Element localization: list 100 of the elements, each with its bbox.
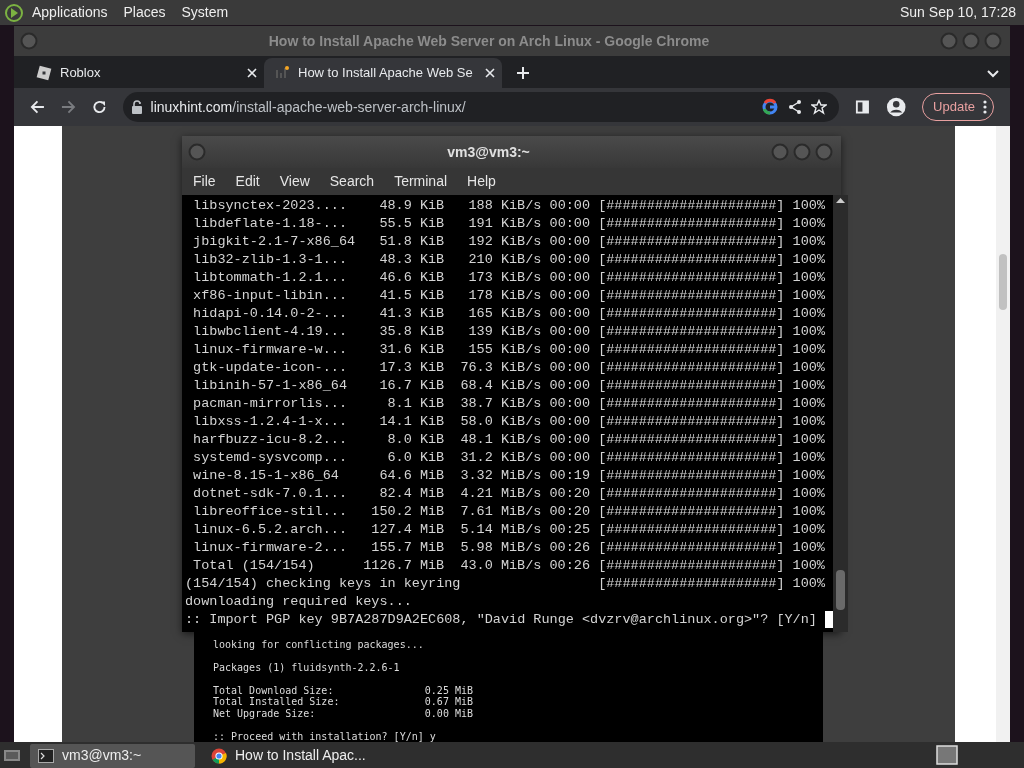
screenshot-label: Net Upgrade Size:	[213, 707, 316, 719]
elapsed-time: 00:00	[549, 449, 591, 467]
menu-item[interactable]: Search	[319, 171, 385, 192]
package-name: linux-6.5.2.arch...	[193, 521, 349, 539]
new-tab-icon[interactable]	[516, 66, 530, 80]
side-panel-icon[interactable]	[854, 99, 870, 115]
taskbar-button[interactable]: vm3@vm3:~	[30, 743, 195, 768]
download-size: 8.0 KiB	[387, 431, 445, 449]
download-size: 14.1 KiB	[379, 413, 445, 431]
clock[interactable]: Sun Sep 10, 17:28	[892, 0, 1024, 25]
percent-text: 100%	[792, 341, 825, 359]
workspace-switcher-icon[interactable]	[936, 745, 958, 765]
elapsed-time: 00:00	[549, 305, 591, 323]
screenshot-value: 0.00 MiB	[424, 707, 473, 719]
progress-hashes: [#####################]	[598, 377, 785, 395]
progress-hashes: [#####################]	[598, 233, 785, 251]
scrollbar-thumb[interactable]	[836, 570, 845, 610]
progress-hashes: [#####################]	[598, 197, 785, 215]
menu-item[interactable]: Terminal	[384, 171, 458, 192]
progress-hashes: [#####################]	[598, 251, 785, 269]
elapsed-time: 00:00	[549, 377, 591, 395]
progress-hashes: [#####################]	[598, 485, 785, 503]
package-name: libtommath-1.2.1...	[193, 269, 349, 287]
star-icon[interactable]	[810, 99, 827, 115]
profile-avatar-icon[interactable]	[885, 96, 907, 118]
package-name: libdeflate-1.18-...	[193, 215, 349, 233]
package-name: pacman-mirrorlis...	[193, 395, 349, 413]
share-icon[interactable]	[786, 99, 803, 115]
elapsed-time: 00:00	[549, 215, 591, 233]
download-size: 150.2 MiB	[371, 503, 445, 521]
close-icon[interactable]	[246, 67, 258, 79]
package-name: libreoffice-stil...	[193, 503, 349, 521]
progress-hashes: [#####################]	[598, 323, 785, 341]
download-size: 31.6 KiB	[379, 341, 445, 359]
package-name: dotnet-sdk-7.0.1...	[193, 485, 349, 503]
terminal-text: downloading required keys...	[185, 593, 412, 611]
download-size: 46.6 KiB	[379, 269, 445, 287]
download-size: 48.9 KiB	[379, 197, 445, 215]
package-name: Total (154/154)	[193, 557, 316, 575]
site-favicon-icon	[274, 65, 290, 81]
menu-logo-icon[interactable]	[4, 2, 24, 23]
menu-item[interactable]: View	[269, 171, 320, 192]
download-rate: 43.0 MiB/s	[460, 557, 542, 575]
progress-hashes: [#####################]	[598, 413, 785, 431]
download-rate: 210 KiB/s	[468, 251, 542, 269]
progress-hashes: [#####################]	[598, 521, 785, 539]
terminal-scrollbar[interactable]	[833, 195, 848, 632]
browser-tab[interactable]: Roblox	[26, 58, 264, 88]
screenshot-value: 0.25 MiB	[424, 684, 473, 696]
address-bar[interactable]: linuxhint.com/install-apache-web-server-arch-linux/	[122, 92, 839, 122]
back-arrow-icon[interactable]	[30, 99, 45, 115]
progress-hashes: [#####################]	[598, 341, 785, 359]
scroll-up-icon[interactable]	[833, 195, 848, 205]
page-scrollbar[interactable]	[996, 126, 1010, 742]
progress-hashes: [#####################]	[598, 539, 785, 557]
package-name: linux-firmware-w...	[193, 341, 349, 359]
roblox-favicon-icon	[36, 65, 52, 81]
elapsed-time: 00:20	[549, 485, 591, 503]
elapsed-time: 00:00	[549, 413, 591, 431]
download-rate: 188 KiB/s	[468, 197, 542, 215]
elapsed-time: 00:00	[549, 341, 591, 359]
package-name: libsynctex-2023....	[193, 197, 349, 215]
download-size: 155.7 MiB	[371, 539, 445, 557]
close-icon[interactable]	[484, 67, 496, 79]
download-rate: 191 KiB/s	[468, 215, 542, 233]
progress-hashes: [#####################]	[598, 305, 785, 323]
package-name: gtk-update-icon-...	[193, 359, 349, 377]
download-rate: 178 KiB/s	[468, 287, 542, 305]
download-rate: 58.0 KiB/s	[460, 413, 542, 431]
panel-menu[interactable]: Places	[115, 0, 174, 25]
menu-item[interactable]: Edit	[225, 171, 270, 192]
taskbar-button[interactable]: How to Install Apac...	[203, 743, 374, 768]
elapsed-time: 00:00	[549, 287, 591, 305]
url-text[interactable]: linuxhint.com/install-apache-web-server-arch-linux/	[150, 96, 753, 118]
percent-text: 100%	[792, 521, 825, 539]
elapsed-time: 00:26	[549, 557, 591, 575]
google-icon[interactable]	[760, 98, 779, 116]
scrollbar-thumb[interactable]	[999, 254, 1007, 310]
package-name: hidapi-0.14.0-2-...	[193, 305, 349, 323]
reload-icon[interactable]	[91, 99, 107, 115]
browser-tab[interactable]: How to Install Apache Web Se	[264, 58, 502, 88]
percent-text: 100%	[792, 233, 825, 251]
panel-menu[interactable]: Applications	[24, 0, 116, 25]
panel-menu[interactable]: System	[173, 0, 237, 25]
screenshot-value: 0.67 MiB	[424, 696, 473, 708]
percent-text: 100%	[792, 467, 825, 485]
percent-text: 100%	[792, 557, 825, 575]
download-size: 127.4 MiB	[371, 521, 445, 539]
download-size: 35.8 KiB	[379, 323, 445, 341]
menu-item[interactable]: File	[183, 171, 226, 192]
progress-hashes: [#####################]	[598, 287, 785, 305]
progress-hashes: [#####################]	[598, 215, 785, 233]
download-rate: 7.61 MiB/s	[460, 503, 542, 521]
percent-text: 100%	[792, 395, 825, 413]
progress-hashes: [#####################]	[598, 431, 785, 449]
download-size: 48.3 KiB	[379, 251, 445, 269]
download-rate: 192 KiB/s	[468, 233, 542, 251]
menu-item[interactable]: Help	[457, 171, 506, 192]
package-name: libxss-1.2.4-1-x...	[193, 413, 349, 431]
package-name: xf86-input-libin...	[193, 287, 349, 305]
